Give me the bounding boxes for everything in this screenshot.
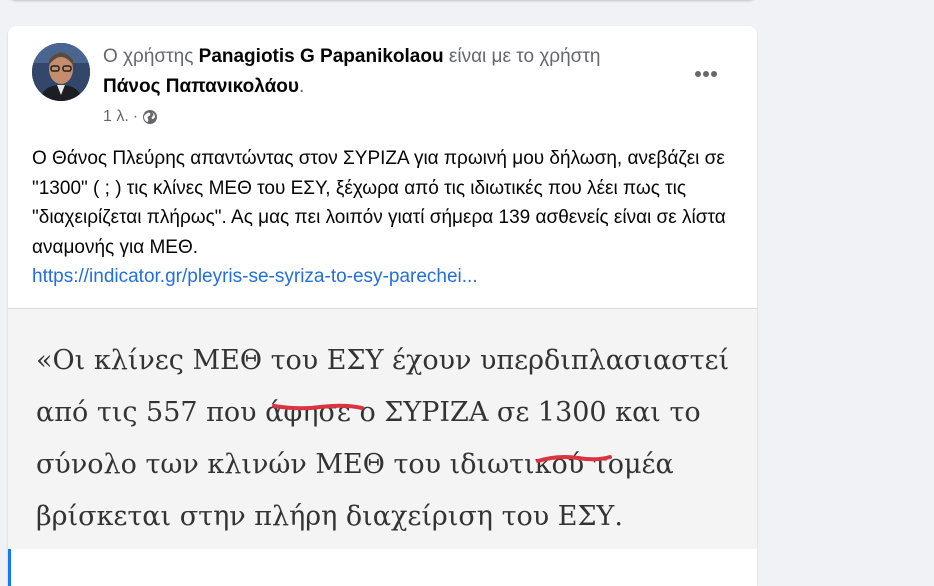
quote-line-3: σύνολο των κλινών ΜΕΘ του ιδιωτικού τομέ… <box>36 449 674 480</box>
post-header: Ο χρήστης Panagiotis G Papanikolaou είνα… <box>103 42 663 102</box>
tagged-user-name[interactable]: Πάνος Παπανικολάου <box>103 76 299 97</box>
post-image[interactable]: «Οι κλίνες ΜΕΘ του ΕΣΥ έχουν υπερδιπλασι… <box>8 309 757 549</box>
more-options-button[interactable] <box>688 56 724 92</box>
header-prefix: Ο χρήστης <box>103 46 199 67</box>
post-meta: 1 λ. · <box>103 108 158 126</box>
quote-line-2: από τις 557 που άφησε ο ΣΥΡΙΖΑ σε 1300 κ… <box>36 397 701 428</box>
meta-separator: · <box>132 108 139 125</box>
post-link[interactable]: https://indicator.gr/pleyris-se-syriza-t… <box>32 262 732 292</box>
more-options-icon <box>695 71 717 77</box>
red-underline-1300 <box>536 455 612 463</box>
post-footer-area <box>8 549 757 586</box>
globe-icon[interactable] <box>142 109 158 125</box>
red-underline-esy <box>272 403 364 411</box>
post-message: Ο Θάνος Πλεύρης απαντώντας στον ΣΥΡΙΖΑ γ… <box>32 148 726 258</box>
post-text: Ο Θάνος Πλεύρης απαντώντας στον ΣΥΡΙΖΑ γ… <box>32 144 732 292</box>
avatar-photo <box>32 43 90 101</box>
focus-indicator <box>8 549 11 586</box>
header-suffix: . <box>298 76 305 97</box>
image-quote: «Οι κλίνες ΜΕΘ του ΕΣΥ έχουν υπερδιπλασι… <box>36 335 736 543</box>
avatar[interactable] <box>32 43 90 101</box>
post-timestamp[interactable]: 1 λ. <box>103 108 129 126</box>
post-card: Ο χρήστης Panagiotis G Papanikolaou είνα… <box>8 26 757 586</box>
quote-line-4: βρίσκεται στην πλήρη διαχείριση του ΕΣΥ. <box>36 501 623 532</box>
quote-line-1: «Οι κλίνες ΜΕΘ του ΕΣΥ έχουν υπερδιπλασι… <box>36 345 730 376</box>
author-name[interactable]: Panagiotis G Papanikolaou <box>199 46 444 67</box>
header-middle: είναι με το χρήστη <box>443 46 601 67</box>
